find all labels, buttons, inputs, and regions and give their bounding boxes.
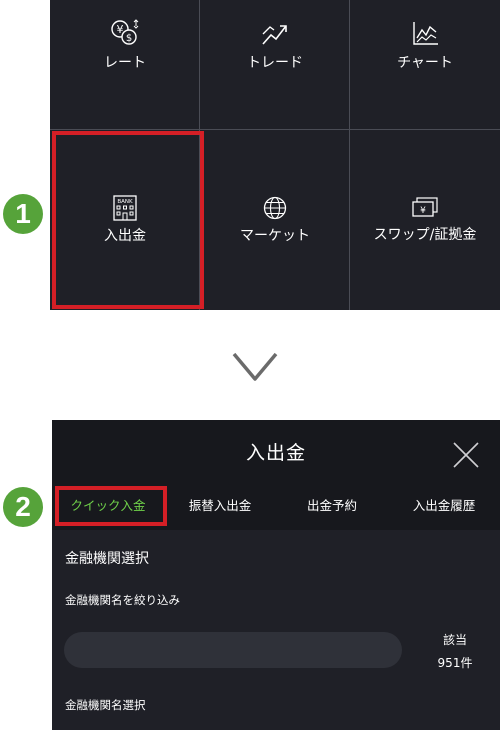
menu-item-market[interactable]: マーケット [200,130,350,310]
deposit-withdraw-panel: 入出金 クイック入金 振替入出金 出金予約 入出金履歴 金融機関選択 金融機関名… [52,420,500,730]
step-badge-2: 2 [3,487,43,527]
menu-item-chart[interactable]: チャート [350,0,500,130]
globe-icon [261,195,289,221]
menu-item-label: チャート [397,55,453,71]
menu-item-label: トレード [247,55,303,71]
yen-dollar-icon: ¥ $ [108,18,142,48]
menu-item-label: レート [104,55,146,71]
filter-label: 金融機関名を絞り込み [65,593,180,607]
menu-item-label: マーケット [240,228,310,244]
match-count: 951件 [437,656,473,670]
trade-arrow-icon [258,18,292,48]
menu-item-rate[interactable]: ¥ $ レート [50,0,200,130]
select-label: 金融機関名選択 [65,698,146,712]
highlight-frame [52,131,204,309]
close-icon [452,442,480,473]
tab-history[interactable]: 入出金履歴 [388,486,500,530]
tab-withdraw-reservation[interactable]: 出金予約 [276,486,388,530]
menu-item-label: スワップ/証拠金 [373,227,477,243]
chart-icon [408,18,442,48]
page-title: 入出金 [245,442,306,464]
bank-filter-input[interactable] [64,632,402,668]
menu-item-trade[interactable]: トレード [200,0,350,130]
highlight-frame [55,486,167,526]
menu-item-swap-margin[interactable]: ¥ スワップ/証拠金 [350,130,500,310]
svg-text:$: $ [126,33,132,44]
banknote-icon: ¥ [410,196,440,220]
tab-transfer[interactable]: 振替入出金 [164,486,276,530]
svg-text:¥: ¥ [420,206,426,216]
match-label: 該当 [442,633,467,647]
chevron-down-icon [232,352,278,386]
close-button[interactable] [452,441,480,469]
section-title: 金融機関選択 [65,551,149,567]
step-badge-1: 1 [3,194,43,234]
